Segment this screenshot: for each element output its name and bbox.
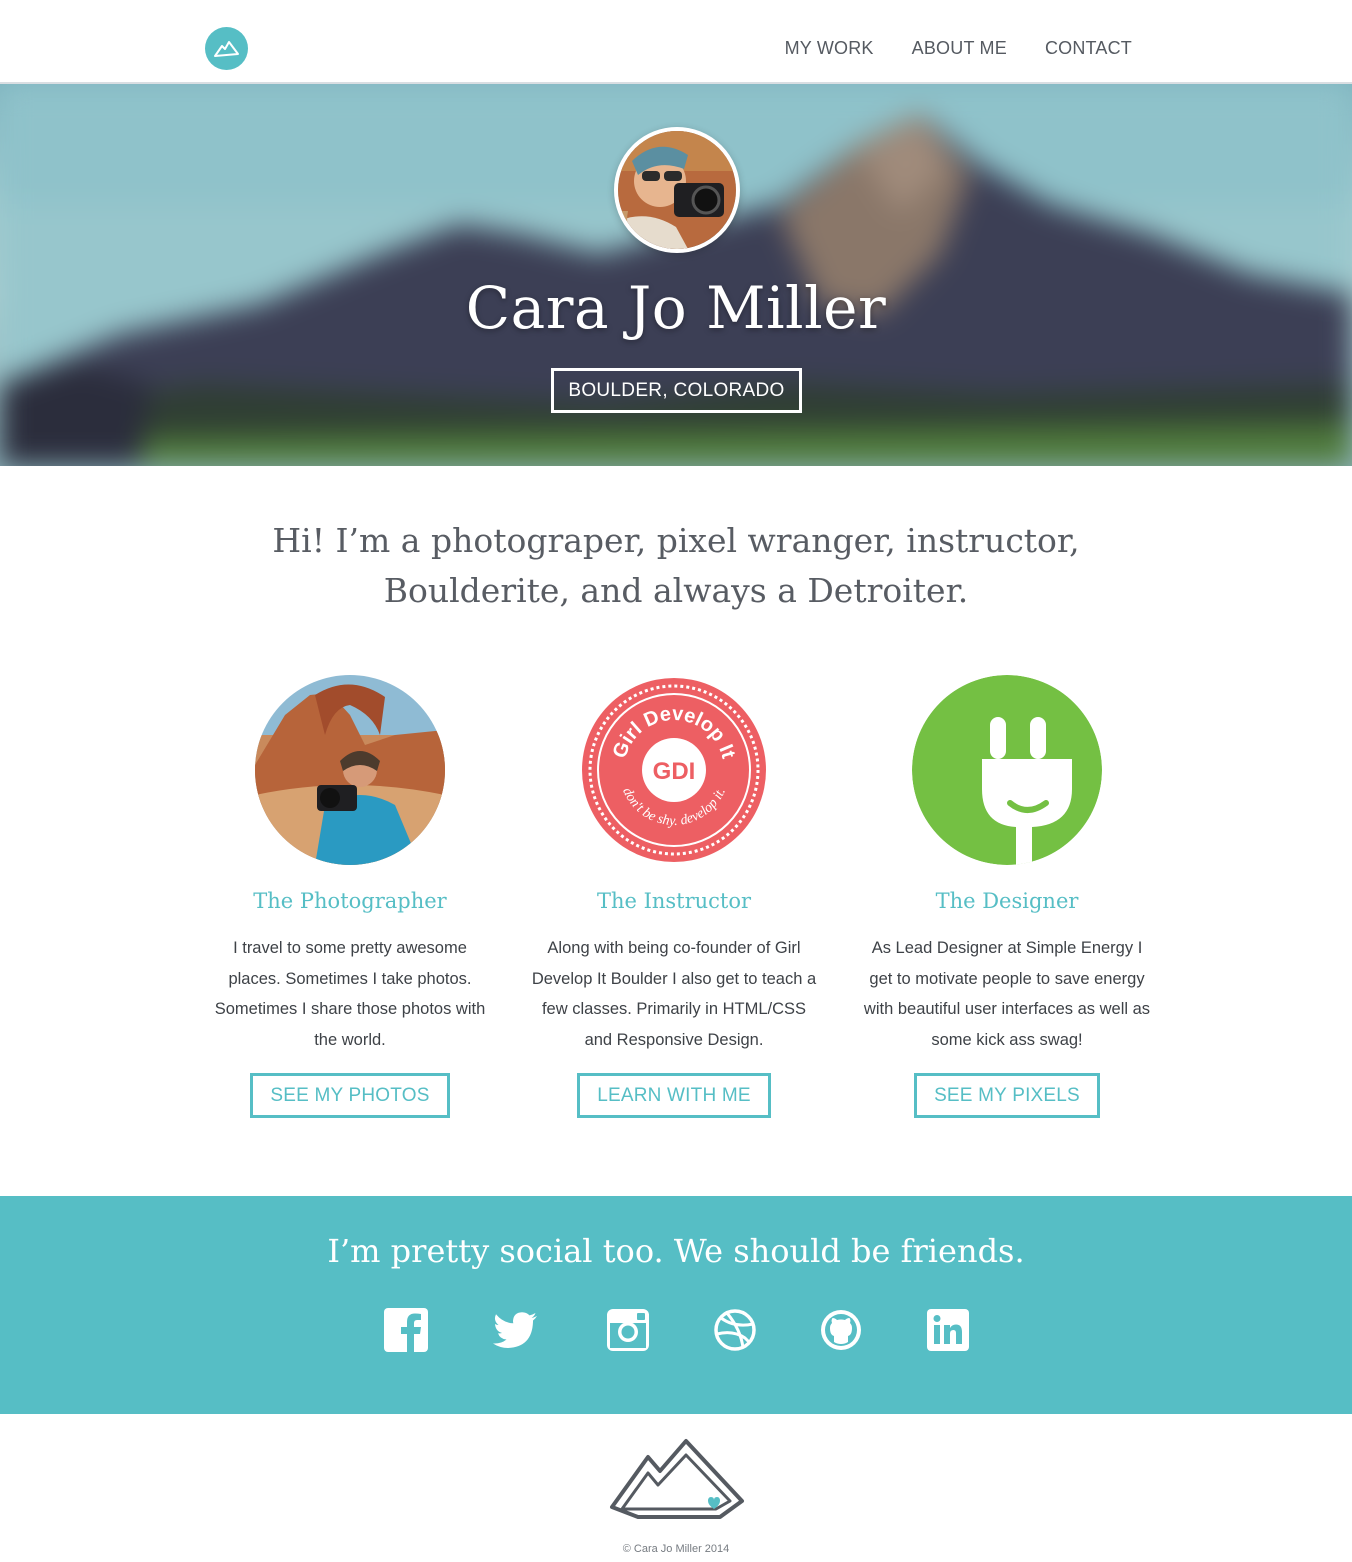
- instructor-column: GDI Girl Develop It don't be shy. develo…: [524, 675, 824, 1118]
- designer-title: The Designer: [935, 889, 1079, 913]
- designer-column: The Designer As Lead Designer at Simple …: [857, 675, 1157, 1118]
- photographer-title: The Photographer: [253, 889, 447, 913]
- see-my-photos-button[interactable]: SEE MY PHOTOS: [250, 1073, 450, 1118]
- mountain-logo-icon[interactable]: [205, 27, 248, 70]
- facebook-icon[interactable]: [382, 1306, 430, 1354]
- instructor-description: Along with being co-founder of Girl Deve…: [531, 939, 817, 1049]
- intro-tagline: Hi! I’m a photograper, pixel wranger, in…: [0, 516, 1352, 616]
- plug-icon: [912, 675, 1102, 865]
- nav-links: MY WORK ABOUT ME CONTACT: [785, 38, 1132, 59]
- social-section: I’m pretty social too. We should be frie…: [0, 1196, 1352, 1414]
- girl-develop-it-badge-icon: GDI Girl Develop It don't be shy. develo…: [579, 675, 769, 865]
- see-my-pixels-button[interactable]: SEE MY PIXELS: [914, 1073, 1100, 1118]
- location-badge[interactable]: BOULDER, COLORADO: [551, 368, 802, 413]
- learn-with-me-button[interactable]: LEARN WITH ME: [577, 1073, 771, 1118]
- dribbble-icon[interactable]: [711, 1306, 759, 1354]
- hero-banner: Cara Jo Miller BOULDER, COLORADO: [0, 84, 1352, 466]
- footer-mountain-logo-icon: [610, 1439, 744, 1519]
- nav-my-work[interactable]: MY WORK: [785, 38, 874, 59]
- gdi-center-text: GDI: [653, 758, 696, 785]
- photographer-image: [255, 675, 445, 865]
- linkedin-icon[interactable]: [924, 1306, 972, 1354]
- top-nav: MY WORK ABOUT ME CONTACT: [0, 0, 1352, 84]
- nav-contact[interactable]: CONTACT: [1045, 38, 1132, 59]
- copyright-text: © Cara Jo Miller 2014: [622, 1543, 730, 1555]
- nav-about-me[interactable]: ABOUT ME: [912, 38, 1007, 59]
- photographer-column: The Photographer I travel to some pretty…: [200, 675, 500, 1118]
- instagram-icon[interactable]: [604, 1306, 652, 1354]
- hero-name: Cara Jo Miller: [465, 274, 887, 342]
- intro-line-2: Boulderite, and always a Detroiter.: [383, 571, 969, 610]
- social-heading: I’m pretty social too. We should be frie…: [327, 1232, 1025, 1270]
- twitter-icon[interactable]: [491, 1306, 539, 1354]
- github-icon[interactable]: [817, 1306, 865, 1354]
- social-icon-row: [0, 1306, 1352, 1354]
- photographer-description: I travel to some pretty awesome places. …: [214, 939, 486, 1049]
- designer-description: As Lead Designer at Simple Energy I get …: [863, 939, 1151, 1049]
- intro-line-1: Hi! I’m a photograper, pixel wranger, in…: [272, 521, 1080, 560]
- instructor-title: The Instructor: [596, 889, 752, 913]
- profile-avatar: [614, 127, 740, 253]
